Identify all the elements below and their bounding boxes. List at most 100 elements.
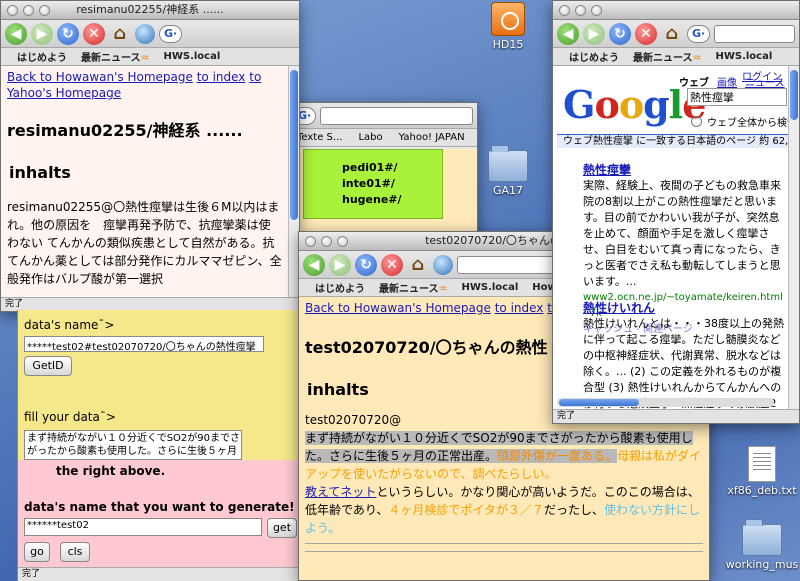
back-icon[interactable]: ◀ (303, 253, 325, 276)
status-text: 完了 (557, 411, 576, 421)
site-icon[interactable] (433, 254, 453, 275)
nav-links: Back to Howawan's Homepage to index to Y… (7, 69, 282, 101)
desktop-icon-hd15[interactable]: HD15 (468, 2, 548, 51)
reload-icon[interactable]: ↻ (57, 22, 79, 45)
minimize-button[interactable] (575, 5, 586, 16)
folder-link[interactable]: pedi01#/ (342, 160, 442, 176)
search-input[interactable] (714, 24, 795, 43)
bookmark-item[interactable]: Labo (358, 132, 382, 143)
browser-window-resimanu[interactable]: resimanu02255/神経系 ...... ◀ ▶ ↻ ✕ ⌂ G· はじ… (0, 0, 300, 312)
tab-web[interactable]: ウェブ (679, 74, 709, 89)
folder-link[interactable]: inte01#/ (342, 176, 442, 192)
search-tabs: ウェブ 画像 ニュース (679, 74, 785, 89)
folder-link[interactable]: hugene#/ (342, 192, 442, 208)
scroll-thumb[interactable] (790, 70, 798, 120)
bookmark-item[interactable]: HWS.local (715, 51, 772, 62)
stop-icon[interactable]: ✕ (83, 22, 105, 45)
right-above-text: the right above. (56, 464, 166, 478)
forward-icon[interactable]: ▶ (583, 22, 605, 45)
tab-news[interactable]: ニュース (745, 74, 785, 89)
close-button[interactable] (559, 5, 570, 16)
google-search-box[interactable]: G· (159, 24, 183, 43)
minimize-button[interactable] (23, 5, 34, 16)
desktop-icon-ga17[interactable]: GA17 (468, 145, 548, 197)
home-icon[interactable]: ⌂ (661, 23, 683, 45)
index-link[interactable]: to index (197, 70, 246, 84)
zoom-button[interactable] (337, 236, 348, 247)
get-button[interactable]: get (267, 518, 297, 538)
result-title[interactable]: 熱性痙攣 (583, 162, 784, 178)
back-icon[interactable]: ◀ (557, 22, 579, 45)
bookmark-item[interactable]: HWS.local (163, 51, 220, 62)
zoom-button[interactable] (39, 5, 50, 16)
desktop-icon-working-mus[interactable]: working_mus (722, 519, 800, 571)
generate-panel: the right above. data's name that you wa… (18, 460, 298, 567)
desktop-icon-label: HD15 (492, 38, 524, 51)
to-link[interactable]: to (249, 70, 261, 84)
go-button[interactable]: go (24, 542, 50, 562)
minimize-button[interactable] (321, 236, 332, 247)
results-summary-bar: ウェブ熱性痙攣 に一致する日本語のページ 約 62,800 (557, 134, 788, 148)
status-bar: 完了 (553, 409, 799, 423)
forward-icon[interactable]: ▶ (31, 22, 53, 45)
bookmark-item[interactable]: はじめよう (569, 49, 619, 64)
bookmark-item[interactable]: はじめよう (17, 49, 67, 64)
generate-name-field[interactable]: ******test02 (24, 518, 262, 536)
bookmark-item[interactable]: Texte S... (297, 132, 342, 143)
yahoo-link[interactable]: Yahoo's Homepage (7, 86, 121, 100)
close-button[interactable] (305, 236, 316, 247)
result-title[interactable]: 熱性けいれん (583, 300, 784, 316)
stop-icon[interactable]: ✕ (381, 253, 403, 276)
oshiete-net-link[interactable]: 教えてネット (305, 485, 376, 499)
forward-icon[interactable]: ▶ (329, 253, 351, 276)
bookmark-item[interactable]: HWS.local (461, 282, 518, 293)
window-title: resimanu02255/神経系 ...... (76, 3, 224, 16)
bookmark-item[interactable]: Yahoo! JAPAN (399, 132, 465, 143)
zoom-button[interactable] (591, 5, 602, 16)
fill-data-label: fill your data¯> (24, 410, 116, 424)
titlebar[interactable]: resimanu02255/神経系 ...... (1, 1, 299, 20)
bookmark-item[interactable]: 最新ニュース♒ (81, 49, 149, 64)
site-icon[interactable] (135, 23, 155, 44)
data-name-label: data's name¯> (24, 318, 115, 332)
desktop-icon-label: working_mus (725, 558, 799, 571)
bookmark-item[interactable]: 最新ニュース♒ (633, 49, 701, 64)
back-home-link[interactable]: Back to Howawan's Homepage (7, 70, 193, 84)
home-icon[interactable]: ⌂ (407, 254, 429, 276)
horizontal-scrollbar[interactable] (557, 398, 774, 407)
index-link[interactable]: to index (495, 301, 544, 315)
toolbar: ◀ ▶ ↻ ✕ ⌂ G· (1, 20, 299, 48)
close-button[interactable] (7, 5, 18, 16)
stop-icon[interactable]: ✕ (635, 22, 657, 45)
desktop-icon-label: GA17 (492, 184, 524, 197)
logo-letter: G (563, 82, 595, 127)
cls-button[interactable]: cls (60, 542, 90, 562)
data-name-field[interactable]: *****test02#test02070720/〇ちゃんの熱性痙攣 (24, 336, 264, 352)
window-controls (7, 5, 50, 16)
body-text: test02070720@ まず持続がながい１０分近くでSO2が90までさがった… (305, 411, 703, 537)
home-icon[interactable]: ⌂ (109, 23, 131, 45)
reload-icon[interactable]: ↻ (355, 253, 377, 276)
scroll-thumb[interactable] (559, 399, 639, 406)
search-input[interactable]: 熱性痙攣 (687, 88, 787, 106)
scroll-thumb[interactable] (290, 70, 298, 220)
bookmark-item[interactable]: はじめよう (315, 280, 365, 295)
logo-letter: g (643, 82, 670, 127)
back-icon[interactable]: ◀ (5, 22, 27, 45)
textarea-line: がったから酸素も使用した。さらに生後５ヶ月 (27, 446, 237, 457)
bookmark-label: 最新ニュース (379, 284, 439, 295)
desktop-icon-xf86-deb[interactable]: xf86_deb.txt (722, 446, 800, 497)
browser-window-labo[interactable]: G· Texte S... Labo Yahoo! JAPAN pedi01#/… (288, 102, 478, 242)
reload-icon[interactable]: ↻ (609, 22, 631, 45)
search-scope-radio[interactable]: ウェブ全体から検索 (691, 114, 788, 129)
bookmark-item[interactable]: 最新ニュース♒ (379, 280, 447, 295)
fill-data-textarea[interactable]: まず持続がながい１０分近くでSO2が90までさ がったから酸素も使用した。さらに… (24, 430, 242, 460)
back-home-link[interactable]: Back to Howawan's Homepage (305, 301, 491, 315)
browser-window-google[interactable]: ◀ ▶ ↻ ✕ ⌂ G· はじめよう 最新ニュース♒ HWS.local ログイ… (552, 0, 800, 424)
google-search-box[interactable]: G· (687, 24, 711, 43)
search-input[interactable] (320, 106, 473, 125)
getid-button[interactable]: GetID (24, 356, 72, 376)
titlebar[interactable] (553, 1, 799, 20)
vertical-scrollbar[interactable] (788, 66, 799, 409)
tab-images[interactable]: 画像 (717, 74, 737, 89)
